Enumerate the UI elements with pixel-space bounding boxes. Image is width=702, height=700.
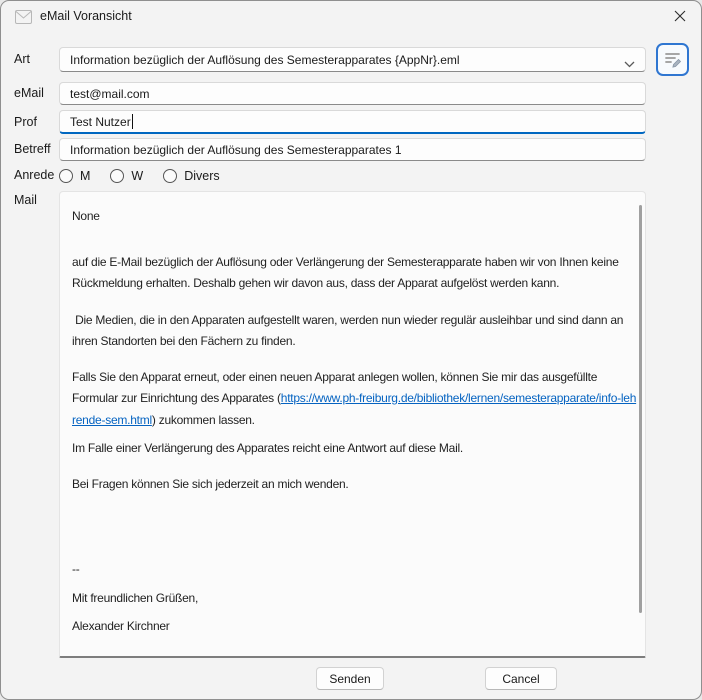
text-caret	[132, 114, 133, 129]
send-button[interactable]: Senden	[316, 667, 384, 690]
close-icon	[673, 9, 687, 26]
anrede-label: Anrede	[14, 168, 54, 182]
betreff-label: Betreff	[14, 142, 51, 156]
anrede-radio-group: M W Divers	[59, 167, 220, 185]
radio-m[interactable]	[59, 169, 73, 183]
email-value: test@mail.com	[70, 87, 150, 101]
dropdown-selected-value: Information bezüglich der Auflösung des …	[70, 53, 460, 67]
prof-label: Prof	[14, 115, 37, 129]
betreff-input[interactable]: Information bezüglich der Auflösung des …	[59, 138, 646, 161]
mail-link[interactable]: https://www.ph-freiburg.de/bibliothek/le…	[72, 391, 636, 427]
titlebar: eMail Voransicht	[1, 1, 701, 33]
mail-paragraph: None	[72, 206, 639, 228]
mail-body[interactable]: None auf die E-Mail bezüglich der Auflösu…	[59, 191, 646, 658]
mail-paragraph: Falls Sie den Apparat erneut, oder einen…	[72, 367, 639, 432]
radio-divers-label: Divers	[184, 169, 219, 183]
radio-w-label: W	[131, 169, 143, 183]
radio-m-label: M	[80, 169, 90, 183]
mail-paragraph: Im Falle einer Verlängerung des Apparate…	[72, 438, 639, 460]
mail-paragraph: Die Medien, die in den Apparaten aufgest…	[72, 310, 639, 353]
prof-value: Test Nutzer	[70, 115, 131, 129]
envelope-icon	[15, 10, 32, 24]
template-dropdown[interactable]: Information bezüglich der Auflösung des …	[59, 47, 646, 72]
chevron-down-icon	[624, 57, 635, 71]
window-title: eMail Voransicht	[40, 9, 132, 23]
radio-w[interactable]	[110, 169, 124, 183]
mail-label: Mail	[14, 193, 37, 207]
radio-divers[interactable]	[163, 169, 177, 183]
prof-input[interactable]: Test Nutzer	[59, 110, 646, 134]
mail-paragraph: Bei Fragen können Sie sich jederzeit an …	[72, 474, 639, 496]
edit-note-icon	[662, 48, 683, 72]
email-input[interactable]: test@mail.com	[59, 82, 646, 105]
edit-template-button[interactable]	[656, 43, 689, 76]
art-label: Art	[14, 52, 30, 66]
email-label: eMail	[14, 86, 44, 100]
close-button[interactable]	[665, 4, 695, 30]
cancel-button[interactable]: Cancel	[485, 667, 557, 690]
email-preview-dialog: eMail Voransicht Art Information bezügli…	[0, 0, 702, 700]
mail-paragraph: auf die E-Mail bezüglich der Auflösung o…	[72, 252, 639, 295]
betreff-value: Information bezüglich der Auflösung des …	[70, 143, 402, 157]
mail-paragraph: Mit freundlichen Grüßen,	[72, 588, 639, 610]
mail-paragraph: Alexander Kirchner	[72, 616, 639, 638]
mail-paragraph: --	[72, 559, 639, 581]
scrollbar-thumb[interactable]	[639, 205, 642, 613]
